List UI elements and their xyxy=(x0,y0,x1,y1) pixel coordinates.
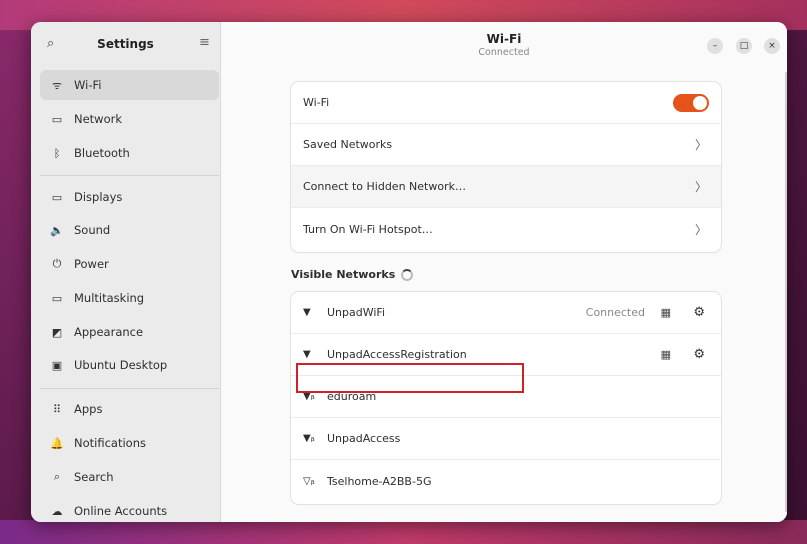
page-subtitle: Connected xyxy=(478,47,530,58)
wifi-secured-icon: ▼ᵦ xyxy=(303,391,315,402)
network-row[interactable]: ▽ᵦ Tselhome-A2BB-5G xyxy=(291,460,721,502)
display-icon: ▭ xyxy=(51,190,63,204)
visible-networks-heading: Visible Networks xyxy=(291,268,414,281)
sidebar-item-label: Notifications xyxy=(74,436,146,450)
settings-window: ⌕ Settings ≡ ᯤ Wi-Fi ▭ Network ᛒ Bluetoo… xyxy=(31,22,787,522)
sidebar-item-power[interactable]: ⏻ Power xyxy=(40,249,219,279)
sidebar-item-wifi[interactable]: ᯤ Wi-Fi xyxy=(40,70,219,100)
sidebar-item-label: Sound xyxy=(74,223,111,237)
sidebar-item-label: Apps xyxy=(74,402,103,416)
network-name: UnpadAccess xyxy=(327,432,401,445)
chevron-right-icon: 〉 xyxy=(694,222,707,237)
wifi-signal-icon: ▼ xyxy=(303,349,311,360)
sidebar-divider xyxy=(40,388,219,389)
cloud-icon: ☁ xyxy=(51,504,63,518)
sidebar-item-label: Displays xyxy=(74,190,123,204)
power-icon: ⏻ xyxy=(52,257,62,270)
sidebar-item-appearance[interactable]: ◩ Appearance xyxy=(40,317,219,347)
menu-icon[interactable]: ≡ xyxy=(199,35,210,50)
wifi-label: Wi-Fi xyxy=(303,96,330,109)
maximize-button[interactable]: □ xyxy=(736,38,752,54)
gear-icon[interactable]: ⚙ xyxy=(693,305,705,320)
apps-icon: ⠿ xyxy=(52,402,62,416)
sidebar-title: Settings xyxy=(97,37,154,51)
network-row[interactable]: ▼ᵦ eduroam xyxy=(291,376,721,418)
search-icon: ⌕ xyxy=(53,470,61,483)
appearance-icon: ◩ xyxy=(51,325,63,339)
wifi-signal-icon: ▼ xyxy=(303,307,311,318)
network-status: Connected xyxy=(585,306,645,319)
network-icon: ▭ xyxy=(51,112,63,126)
scrollbar[interactable] xyxy=(785,72,787,512)
sidebar-item-label: Search xyxy=(74,470,114,484)
network-name: Tselhome-A2BB-5G xyxy=(327,474,432,488)
minimize-button[interactable]: – xyxy=(707,38,723,54)
gear-icon[interactable]: ⚙ xyxy=(693,347,705,362)
main-panel: Wi-Fi Connected – □ × Wi-Fi Saved Networ… xyxy=(221,22,787,522)
sound-icon: 🔈 xyxy=(50,223,64,237)
sidebar-item-online-accounts[interactable]: ☁ Online Accounts xyxy=(40,496,219,522)
sidebar-item-network[interactable]: ▭ Network xyxy=(40,104,219,134)
sidebar-item-sound[interactable]: 🔈 Sound xyxy=(40,215,219,245)
wifi-toggle[interactable] xyxy=(673,94,709,112)
wifi-icon: ᯤ xyxy=(51,78,63,92)
networks-list: ▼ UnpadWiFi Connected ▦ ⚙ ▼ UnpadAccessR… xyxy=(291,292,721,504)
loading-spinner-icon xyxy=(401,268,414,281)
wifi-secured-icon: ▼ᵦ xyxy=(303,433,315,444)
network-row[interactable]: ▼ UnpadAccessRegistration ▦ ⚙ xyxy=(291,334,721,376)
sidebar-item-notifications[interactable]: 🔔 Notifications xyxy=(40,428,219,458)
network-row[interactable]: ▼ UnpadWiFi Connected ▦ ⚙ xyxy=(291,292,721,334)
hidden-network-label: Connect to Hidden Network… xyxy=(303,180,466,193)
hotspot-label: Turn On Wi-Fi Hotspot… xyxy=(303,222,433,236)
wifi-settings-card: Wi-Fi Saved Networks 〉 Connect to Hidden… xyxy=(291,82,721,252)
sidebar-item-label: Power xyxy=(74,257,109,271)
sidebar: ⌕ Settings ≡ ᯤ Wi-Fi ▭ Network ᛒ Bluetoo… xyxy=(31,22,221,522)
sidebar-item-label: Multitasking xyxy=(74,291,145,305)
sidebar-item-multitasking[interactable]: ▭ Multitasking xyxy=(40,283,219,313)
sidebar-item-label: Bluetooth xyxy=(74,146,130,160)
toggle-knob xyxy=(693,96,707,110)
bluetooth-icon: ᛒ xyxy=(53,146,61,160)
hidden-network-row[interactable]: Connect to Hidden Network… 〉 xyxy=(291,166,721,208)
sidebar-item-bluetooth[interactable]: ᛒ Bluetooth xyxy=(40,138,219,168)
saved-networks-row[interactable]: Saved Networks 〉 xyxy=(291,124,721,166)
sidebar-item-search[interactable]: ⌕ Search xyxy=(40,462,219,492)
network-name: UnpadAccessRegistration xyxy=(327,348,467,361)
network-name: eduroam xyxy=(327,390,377,403)
sidebar-item-ubuntu-desktop[interactable]: ▣ Ubuntu Desktop xyxy=(40,350,219,380)
sidebar-item-label: Ubuntu Desktop xyxy=(74,358,168,372)
sidebar-item-label: Appearance xyxy=(74,325,144,339)
visible-networks-title: Visible Networks xyxy=(291,268,396,281)
bell-icon: 🔔 xyxy=(50,436,64,450)
multitasking-icon: ▭ xyxy=(51,291,63,305)
hotspot-row[interactable]: Turn On Wi-Fi Hotspot… 〉 xyxy=(291,208,721,250)
sidebar-divider xyxy=(40,175,219,176)
page-title: Wi-Fi xyxy=(486,32,522,46)
sidebar-item-displays[interactable]: ▭ Displays xyxy=(40,182,219,212)
chevron-right-icon: 〉 xyxy=(694,138,707,152)
sidebar-item-label: Wi-Fi xyxy=(74,78,102,92)
qr-code-icon[interactable]: ▦ xyxy=(661,306,671,319)
wifi-weak-secured-icon: ▽ᵦ xyxy=(303,475,315,487)
chevron-right-icon: 〉 xyxy=(694,180,707,194)
sidebar-header: ⌕ Settings ≡ xyxy=(31,22,220,68)
close-icon: × xyxy=(768,41,776,51)
qr-code-icon[interactable]: ▦ xyxy=(661,348,671,361)
close-button[interactable]: × xyxy=(764,38,780,54)
sidebar-item-label: Network xyxy=(74,112,123,126)
wallpaper-bottom xyxy=(0,520,807,544)
sidebar-item-apps[interactable]: ⠿ Apps xyxy=(40,394,219,424)
sidebar-item-label: Online Accounts xyxy=(74,504,168,518)
saved-networks-label: Saved Networks xyxy=(303,138,393,151)
ubuntu-desktop-icon: ▣ xyxy=(51,358,63,372)
network-name: UnpadWiFi xyxy=(327,306,386,319)
network-row[interactable]: ▼ᵦ UnpadAccess xyxy=(291,418,721,460)
maximize-icon: □ xyxy=(739,41,749,51)
minimize-icon: – xyxy=(712,41,718,51)
wifi-toggle-row[interactable]: Wi-Fi xyxy=(291,82,721,124)
